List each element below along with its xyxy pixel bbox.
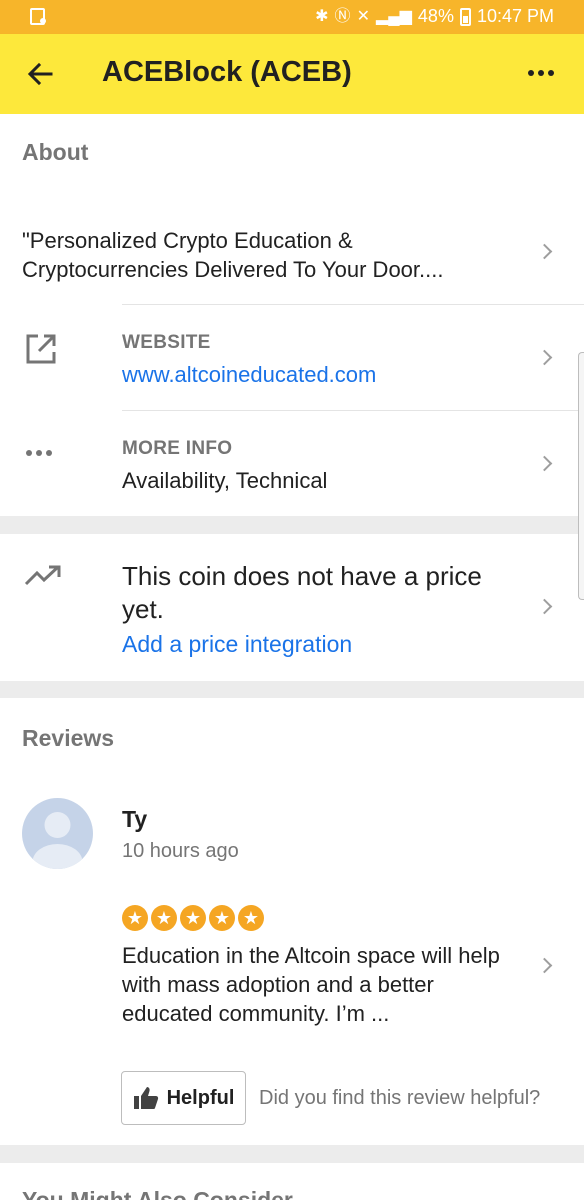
signal-icon: ▂▄▆ xyxy=(375,7,412,25)
helpful-question: Did you find this review helpful? xyxy=(259,1087,541,1109)
divider xyxy=(122,304,584,305)
consider-card: You Might Also Consider xyxy=(0,1163,584,1200)
more-info-value: Availability, Technical xyxy=(122,468,328,493)
status-bar: ✱ Ⓝ ✕ ▂▄▆ 48% 10:47 PM xyxy=(0,0,584,34)
review-text: Education in the Altcoin space will help… xyxy=(122,943,500,1026)
more-info-label: MORE INFO xyxy=(122,438,233,459)
app-bar: ACEBlock (ACEB) xyxy=(0,34,584,114)
chevron-right-icon xyxy=(536,349,553,366)
mute-icon: ✕ xyxy=(356,7,370,25)
nfc-icon: Ⓝ xyxy=(334,7,351,25)
bluetooth-icon: ✱ xyxy=(315,7,329,25)
avatar xyxy=(22,798,93,869)
battery-icon xyxy=(459,7,471,26)
about-section-title: About xyxy=(22,139,89,165)
thumbs-up-icon xyxy=(133,1087,158,1109)
coin-description: "Personalized Crypto Education & Cryptoc… xyxy=(22,228,444,282)
chevron-right-icon xyxy=(536,455,553,472)
helpful-button[interactable]: Helpful xyxy=(121,1071,246,1125)
star-icon: ★ xyxy=(180,905,206,931)
consider-section-title: You Might Also Consider xyxy=(22,1187,293,1200)
status-time: 10:47 PM xyxy=(476,6,554,26)
price-card[interactable]: This coin does not have a price yet. Add… xyxy=(0,534,584,681)
star-icon: ★ xyxy=(122,905,148,931)
reviewer-name: Ty xyxy=(122,806,148,832)
no-price-message: This coin does not have a price yet. xyxy=(122,561,482,624)
scrollbar[interactable] xyxy=(578,352,584,600)
chevron-right-icon xyxy=(536,243,553,260)
review-time: 10 hours ago xyxy=(122,840,239,862)
page-title: ACEBlock (ACEB) xyxy=(102,56,352,88)
add-price-integration-link[interactable]: Add a price integration xyxy=(122,631,352,658)
overflow-menu-icon[interactable] xyxy=(528,70,554,76)
star-icon: ★ xyxy=(238,905,264,931)
more-horizontal-icon xyxy=(26,450,52,456)
battery-percent: 48% xyxy=(417,6,454,26)
trending-up-icon xyxy=(24,564,64,588)
star-icon: ★ xyxy=(151,905,177,931)
website-label: WEBSITE xyxy=(122,332,211,353)
helpful-label: Helpful xyxy=(166,1086,235,1109)
notification-icon xyxy=(30,8,48,31)
reviews-section-title: Reviews xyxy=(22,725,115,751)
back-arrow-icon[interactable] xyxy=(26,60,54,88)
star-icon: ★ xyxy=(209,905,235,931)
external-link-icon xyxy=(24,332,58,366)
chevron-right-icon xyxy=(536,598,553,615)
chevron-right-icon xyxy=(536,957,553,974)
star-rating: ★ ★ ★ ★ ★ xyxy=(122,905,264,931)
reviews-card: Reviews Ty 10 hours ago ★ ★ ★ ★ ★ Educat… xyxy=(0,698,584,1145)
website-link[interactable]: www.altcoineducated.com xyxy=(122,362,376,388)
about-card: About "Personalized Crypto Education & C… xyxy=(0,114,584,516)
divider xyxy=(122,410,584,411)
